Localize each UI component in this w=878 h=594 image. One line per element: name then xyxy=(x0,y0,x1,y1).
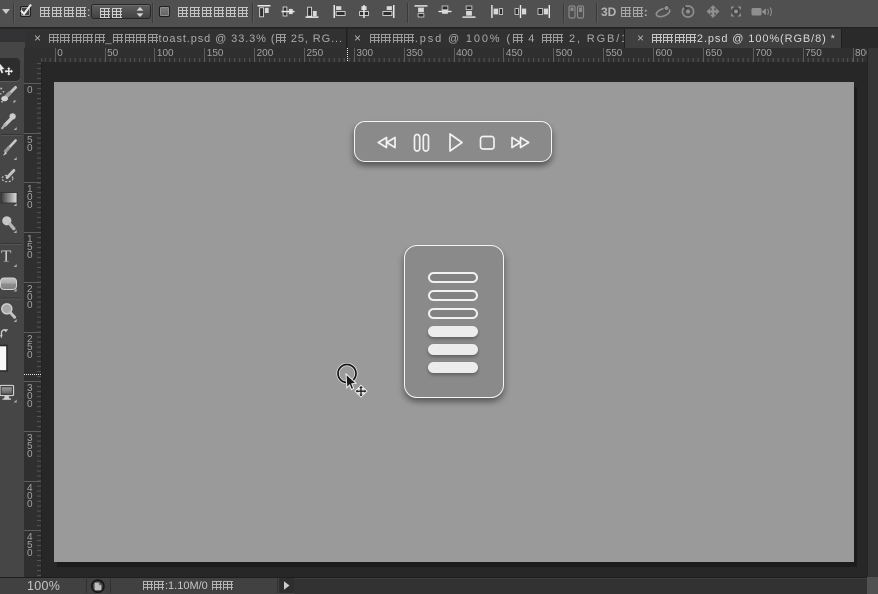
svg-text:T: T xyxy=(1,247,12,266)
